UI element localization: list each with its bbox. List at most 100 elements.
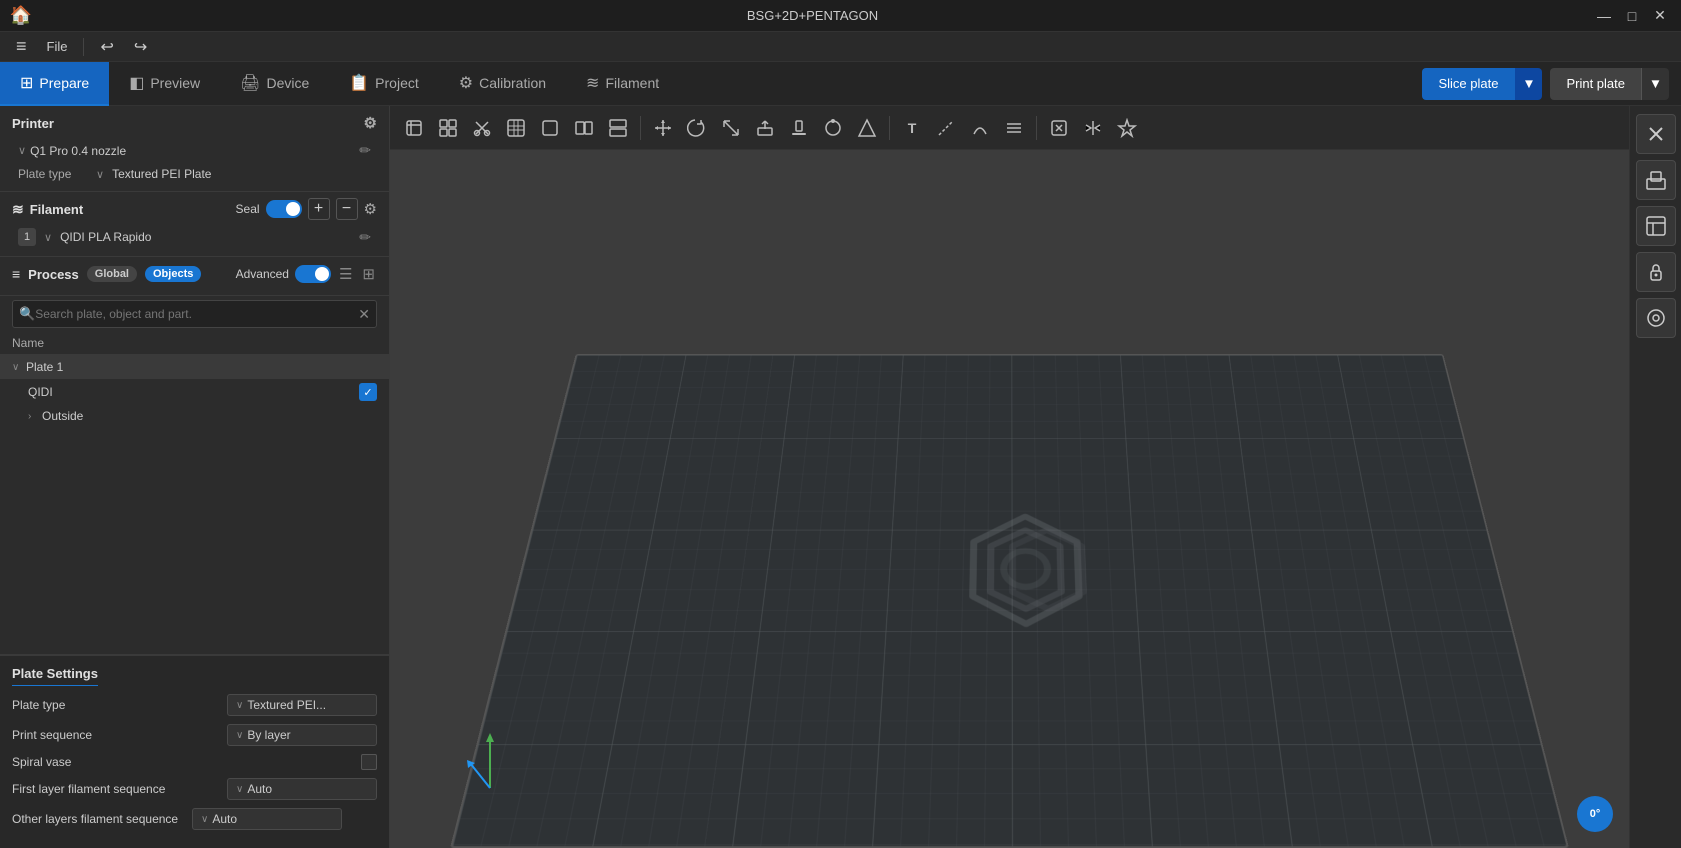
mirror-button[interactable] xyxy=(1077,112,1109,144)
text-button[interactable]: T xyxy=(896,112,928,144)
close-button[interactable]: ✕ xyxy=(1647,5,1673,27)
filament-remove-button[interactable]: − xyxy=(336,198,358,220)
undo-button[interactable]: ↩ xyxy=(92,33,121,61)
project-icon: 📋 xyxy=(349,73,369,93)
transform-button[interactable] xyxy=(1043,112,1075,144)
filament-icon-left: ≋ xyxy=(12,201,24,218)
settings-first-layer-row: First layer filament sequence ∨ Auto xyxy=(12,778,377,800)
advanced-toggle[interactable] xyxy=(295,265,331,283)
extra-button[interactable] xyxy=(1111,112,1143,144)
file-menu[interactable]: File xyxy=(39,35,76,58)
menu-bar: ≡ File ↩ ↪ xyxy=(0,32,1681,62)
window-controls[interactable]: — □ ✕ xyxy=(1591,5,1673,27)
seam-button[interactable] xyxy=(817,112,849,144)
hamburger-menu[interactable]: ≡ xyxy=(8,32,35,61)
tab-calibration[interactable]: ⚙ Calibration xyxy=(439,62,566,106)
print-plate-dropdown[interactable]: ▼ xyxy=(1641,68,1669,100)
printer-edit-icon[interactable]: ✏ xyxy=(359,142,371,159)
qidi-row[interactable]: QIDI xyxy=(0,379,389,405)
filament-edit-icon[interactable]: ✏ xyxy=(359,229,371,246)
filament-title: ≋ Filament xyxy=(12,201,83,218)
tab-preview[interactable]: ◧ Preview xyxy=(109,62,220,106)
emboss-button[interactable] xyxy=(964,112,996,144)
settings-print-sequence-dropdown[interactable]: ∨ By layer xyxy=(227,724,377,746)
close-view-button[interactable] xyxy=(1636,114,1676,154)
settings-plate-type-dropdown[interactable]: ∨ Textured PEI... xyxy=(227,694,377,716)
filament-number: 1 xyxy=(18,228,36,246)
tag-objects[interactable]: Objects xyxy=(145,266,201,282)
settings-other-layers-dropdown[interactable]: ∨ Auto xyxy=(192,808,342,830)
printer-settings-icon[interactable]: ⚙ xyxy=(364,114,377,132)
process-section: ≡ Process Global Objects Advanced ☰ ⊞ xyxy=(0,257,389,296)
tab-project[interactable]: 📋 Project xyxy=(329,62,439,106)
printer-section: Printer ⚙ ∨ Q1 Pro 0.4 nozzle ✏ Plate ty… xyxy=(0,106,389,192)
plate-row[interactable]: ∨ Plate 1 xyxy=(0,355,389,379)
plate-logo xyxy=(944,506,1107,637)
merge-button[interactable] xyxy=(602,112,634,144)
filament-icon: ≋ xyxy=(586,73,599,93)
connector-button[interactable] xyxy=(930,112,962,144)
title-bar-left: 🏠 xyxy=(8,5,34,27)
seal-toggle[interactable] xyxy=(266,200,302,218)
place-button[interactable] xyxy=(749,112,781,144)
plate-settings: Plate Settings Plate type ∨ Textured PEI… xyxy=(0,654,389,848)
arrange-button[interactable] xyxy=(500,112,532,144)
view-mode-button[interactable] xyxy=(1636,298,1676,338)
toolbar-sep-3 xyxy=(1036,116,1037,140)
prepare-icon: ⊞ xyxy=(20,73,33,93)
scale-button[interactable] xyxy=(715,112,747,144)
auto-orient-button[interactable] xyxy=(1636,160,1676,200)
print-plate-button[interactable]: Print plate xyxy=(1550,68,1641,100)
search-input[interactable] xyxy=(35,301,358,327)
tab-prepare[interactable]: ⊞ Prepare xyxy=(0,62,109,106)
layout-view-button[interactable] xyxy=(1636,206,1676,246)
app-icon: 🏠 xyxy=(8,5,34,27)
process-title: ≡ Process Global Objects xyxy=(12,266,201,282)
qidi-checkbox[interactable] xyxy=(359,383,377,401)
viewport[interactable]: T xyxy=(390,106,1629,848)
tab-filament[interactable]: ≋ Filament xyxy=(566,62,679,106)
search-clear-button[interactable]: ✕ xyxy=(358,306,370,323)
slice-plate-dropdown[interactable]: ▼ xyxy=(1514,68,1542,100)
settings-first-layer-dropdown[interactable]: ∨ Auto xyxy=(227,778,377,800)
object-list: Name ∨ Plate 1 QIDI › Outside xyxy=(0,332,389,654)
filament-settings-icon[interactable]: ⚙ xyxy=(364,200,377,218)
tab-device[interactable]: 🖨 Device xyxy=(220,62,329,106)
maximize-button[interactable]: □ xyxy=(1619,5,1645,27)
process-header-right: Advanced ☰ ⊞ xyxy=(236,263,377,285)
add-object-button[interactable] xyxy=(398,112,430,144)
build-plate xyxy=(450,354,1569,848)
filament-add-button[interactable]: + xyxy=(308,198,330,220)
outside-row[interactable]: › Outside xyxy=(0,405,389,427)
search-icon: 🔍 xyxy=(19,306,35,322)
support-button[interactable] xyxy=(783,112,815,144)
toolbar: T xyxy=(390,106,1629,150)
redo-button[interactable]: ↪ xyxy=(126,33,155,61)
split-button[interactable] xyxy=(568,112,600,144)
rotate-button[interactable] xyxy=(681,112,713,144)
right-panel xyxy=(1629,106,1681,848)
plate-expand-icon: ∨ xyxy=(12,362,26,373)
grid-button[interactable] xyxy=(432,112,464,144)
canvas-area[interactable]: 0° xyxy=(390,150,1629,848)
face-button[interactable] xyxy=(851,112,883,144)
lock-view-button[interactable] xyxy=(1636,252,1676,292)
toolbar-sep-2 xyxy=(889,116,890,140)
title-bar: 🏠 BSG+2D+PENTAGON — □ ✕ xyxy=(0,0,1681,32)
cut-button[interactable] xyxy=(466,112,498,144)
plate-type-row: Plate type ∨ Textured PEI Plate xyxy=(12,163,377,185)
process-list-icon[interactable]: ☰ xyxy=(337,263,354,285)
toolbar-sep-1 xyxy=(640,116,641,140)
process-grid-icon[interactable]: ⊞ xyxy=(360,263,377,285)
modifier-button[interactable] xyxy=(998,112,1030,144)
orient-button[interactable] xyxy=(534,112,566,144)
printer-nozzle-row: ∨ Q1 Pro 0.4 nozzle ✏ xyxy=(12,138,377,163)
tag-global[interactable]: Global xyxy=(87,266,137,282)
printer-nozzle-label: ∨ Q1 Pro 0.4 nozzle xyxy=(18,144,126,158)
slice-plate-button[interactable]: Slice plate xyxy=(1422,68,1514,100)
settings-spiral-vase-checkbox[interactable] xyxy=(361,754,377,770)
process-header: ≡ Process Global Objects Advanced ☰ ⊞ xyxy=(12,263,377,285)
minimize-button[interactable]: — xyxy=(1591,5,1617,27)
process-icon: ≡ xyxy=(12,266,20,282)
move-button[interactable] xyxy=(647,112,679,144)
